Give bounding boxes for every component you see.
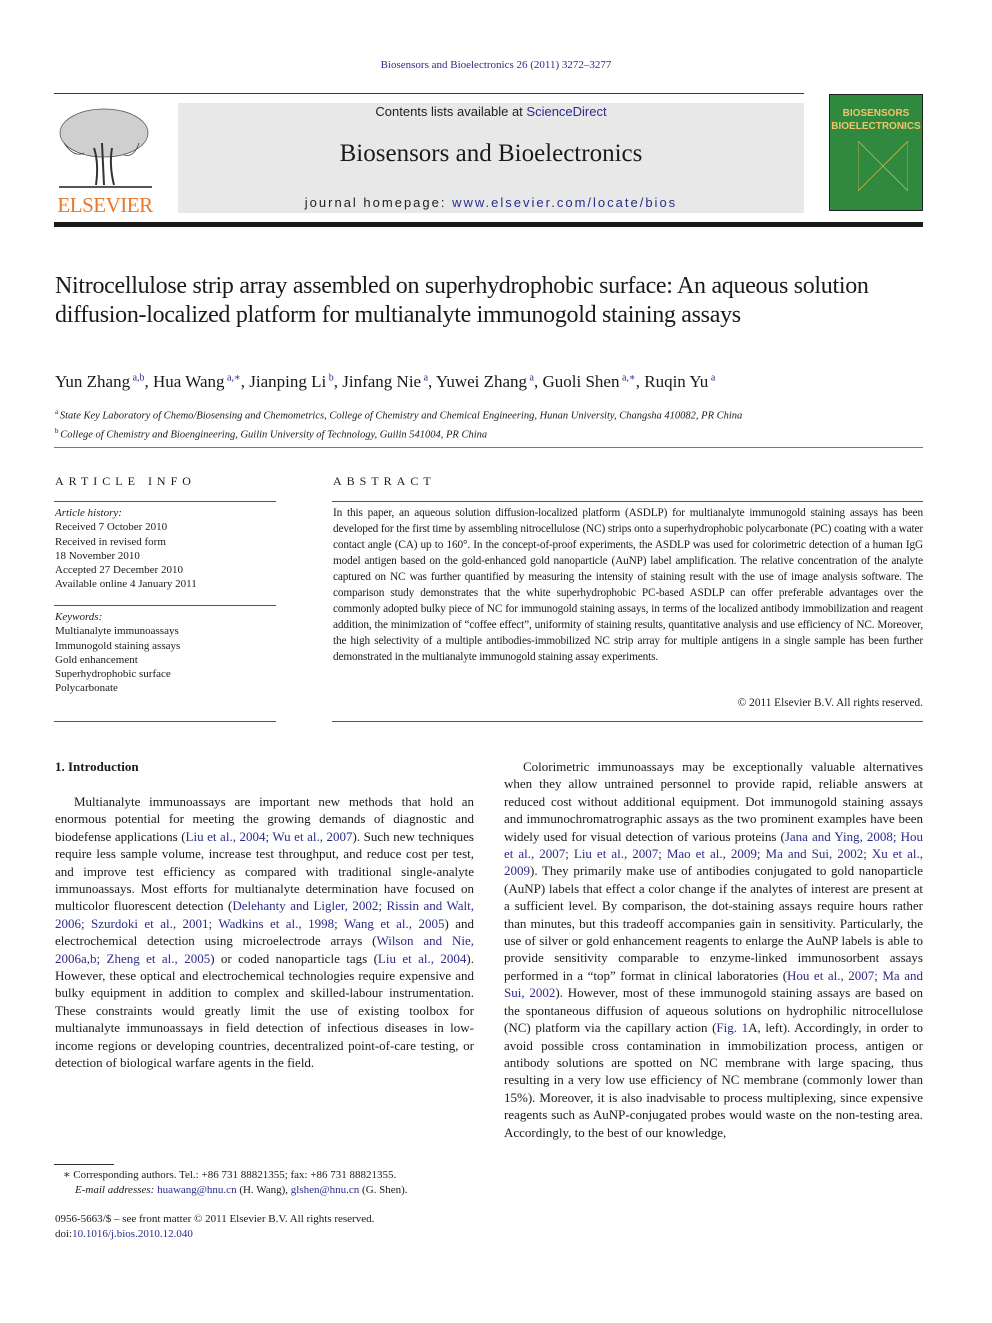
header-rule xyxy=(54,93,804,94)
affiliation: a State Key Laboratory of Chemo/Biosensi… xyxy=(55,405,935,424)
author-affiliation-mark[interactable]: a,∗ xyxy=(619,372,636,383)
author-affiliation-mark[interactable]: a xyxy=(527,372,534,383)
author-affiliation-mark[interactable]: a,∗ xyxy=(225,372,241,383)
keyword-item: Superhydrophobic surface xyxy=(55,668,171,681)
email-link-gshen[interactable]: glshen@hnu.cn xyxy=(291,1184,359,1196)
journal-citation-link[interactable]: Biosensors and Bioelectronics 26 (2011) … xyxy=(0,59,992,71)
history-item: 18 November 2010 xyxy=(55,549,140,562)
keyword-list: Multianalyte immunoassays Immunogold stai… xyxy=(55,624,275,695)
author-name: Jianping Li xyxy=(249,372,327,391)
keyword-item: Gold enhancement xyxy=(55,653,138,666)
journal-cover-image[interactable]: BIOSENSORS BIOELECTRONICS xyxy=(829,94,923,211)
cover-title-line1: BIOSENSORS xyxy=(842,108,910,119)
cover-title-line2: BIOELECTRONICS xyxy=(831,121,921,132)
paragraph-text: ). They primarily make use of antibodies… xyxy=(504,863,923,983)
intro-paragraph-1: Multianalyte immunoassays are important … xyxy=(55,793,474,1072)
history-list: Received 7 October 2010 Received in revis… xyxy=(55,520,275,591)
keyword-item: Immunogold staining assays xyxy=(55,639,181,652)
paragraph-text: ) or coded nanoparticle tags ( xyxy=(210,950,378,966)
email-owner: (G. Shen). xyxy=(359,1183,408,1196)
homepage-line: journal homepage: www.elsevier.com/locat… xyxy=(178,195,804,210)
author-name: Yuwei Zhang xyxy=(435,372,528,391)
corresponding-author-note: ∗ Corresponding authors. Tel.: +86 731 8… xyxy=(63,1169,397,1181)
abstract-rule xyxy=(332,721,923,722)
history-item: Received 7 October 2010 xyxy=(55,521,168,534)
affiliation-text: College of Chemistry and Bioengineering,… xyxy=(60,429,488,440)
abstract-copyright: © 2011 Elsevier B.V. All rights reserved… xyxy=(737,697,923,709)
keywords: Keywords: Multianalyte immunoassays Immun… xyxy=(55,610,275,696)
footnote-rule xyxy=(54,1164,114,1165)
info-rule xyxy=(54,501,276,502)
author-affiliation-mark[interactable]: b xyxy=(326,372,334,383)
email-label: E-mail addresses: xyxy=(75,1183,158,1196)
affiliations: a State Key Laboratory of Chemo/Biosensi… xyxy=(55,405,935,442)
contents-line: Contents lists available at ScienceDirec… xyxy=(178,104,804,119)
history-item: Received in revised form xyxy=(55,535,166,548)
article-history: Article history: Received 7 October 2010… xyxy=(55,506,275,592)
author-list: Yun Zhang a,b, Hua Wang a,∗, Jianping Li… xyxy=(55,372,716,391)
article-title: Nitrocellulose strip array assembled on … xyxy=(55,273,869,328)
citation-link[interactable]: Fig. 1 xyxy=(716,1020,748,1035)
keyword-item: Polycarbonate xyxy=(55,682,118,695)
email-owner: (H. Wang), xyxy=(236,1183,291,1196)
cover-title: BIOSENSORS BIOELECTRONICS xyxy=(830,107,922,133)
history-item: Accepted 27 December 2010 xyxy=(55,564,183,577)
homepage-prefix: journal homepage: xyxy=(304,195,453,210)
history-label: Article history: xyxy=(55,507,122,519)
homepage-link[interactable]: www.elsevier.com/locate/bios xyxy=(452,195,677,210)
doi-prefix: doi: xyxy=(55,1227,73,1240)
author-name: Jinfang Nie xyxy=(342,372,422,391)
journal-masthead: Contents lists available at ScienceDirec… xyxy=(178,103,804,213)
abstract-body: In this paper, an aqueous solution diffu… xyxy=(333,507,923,663)
cover-graphic-icon xyxy=(858,141,908,191)
section-heading-introduction: 1. Introduction xyxy=(55,759,139,774)
paragraph-text: A, left). Accordingly, in order to avoid… xyxy=(504,1020,923,1140)
citation-link[interactable]: Liu et al., 2004 xyxy=(378,951,467,966)
keywords-label: Keywords: xyxy=(55,611,103,623)
abstract-heading: ABSTRACT xyxy=(333,474,436,488)
history-item: Available online 4 January 2011 xyxy=(55,578,197,591)
journal-title: Biosensors and Bioelectronics xyxy=(339,140,643,167)
email-link-hwang[interactable]: huawang@hnu.cn xyxy=(157,1184,236,1196)
footnotes: ∗ Corresponding authors. Tel.: +86 731 8… xyxy=(63,1168,483,1197)
header-thick-rule xyxy=(54,222,923,227)
doi-line: doi:10.1016/j.bios.2010.12.040 xyxy=(55,1227,475,1242)
author-name: Ruqin Yu xyxy=(644,372,709,391)
affiliation-rule xyxy=(54,447,923,448)
author-name: Guoli Shen xyxy=(542,372,620,391)
author-affiliation-mark[interactable]: a xyxy=(421,372,428,383)
doi-link[interactable]: 10.1016/j.bios.2010.12.040 xyxy=(72,1228,193,1240)
paragraph-text: ). However, these optical and electroche… xyxy=(55,950,475,1071)
front-matter: 0956-5663/$ – see front matter © 2011 El… xyxy=(55,1212,475,1241)
citation-link[interactable]: Liu et al., 2004; Wu et al., 2007 xyxy=(186,829,353,844)
intro-paragraph-2: Colorimetric immunoassays may be excepti… xyxy=(504,758,923,1141)
author-affiliation-mark[interactable]: a,b xyxy=(130,372,145,383)
issn-line: 0956-5663/$ – see front matter © 2011 El… xyxy=(55,1213,375,1225)
email-line: E-mail addresses: huawang@hnu.cn (H. Wan… xyxy=(63,1183,483,1198)
affiliation: b College of Chemistry and Bioengineerin… xyxy=(55,424,935,443)
keyword-item: Multianalyte immunoassays xyxy=(55,625,179,638)
author-name: Hua Wang xyxy=(153,372,225,391)
author-name: Yun Zhang xyxy=(55,372,131,391)
elsevier-wordmark: ELSEVIER xyxy=(57,193,153,217)
article-info-heading: ARTICLE INFO xyxy=(55,474,196,488)
contents-prefix: Contents lists available at xyxy=(375,104,527,119)
info-rule xyxy=(54,605,276,606)
author-affiliation-mark[interactable]: a xyxy=(708,372,715,383)
abstract-rule xyxy=(332,501,923,502)
affiliation-text: State Key Laboratory of Chemo/Biosensing… xyxy=(59,410,743,422)
info-rule xyxy=(54,721,276,722)
sciencedirect-link[interactable]: ScienceDirect xyxy=(526,104,606,119)
